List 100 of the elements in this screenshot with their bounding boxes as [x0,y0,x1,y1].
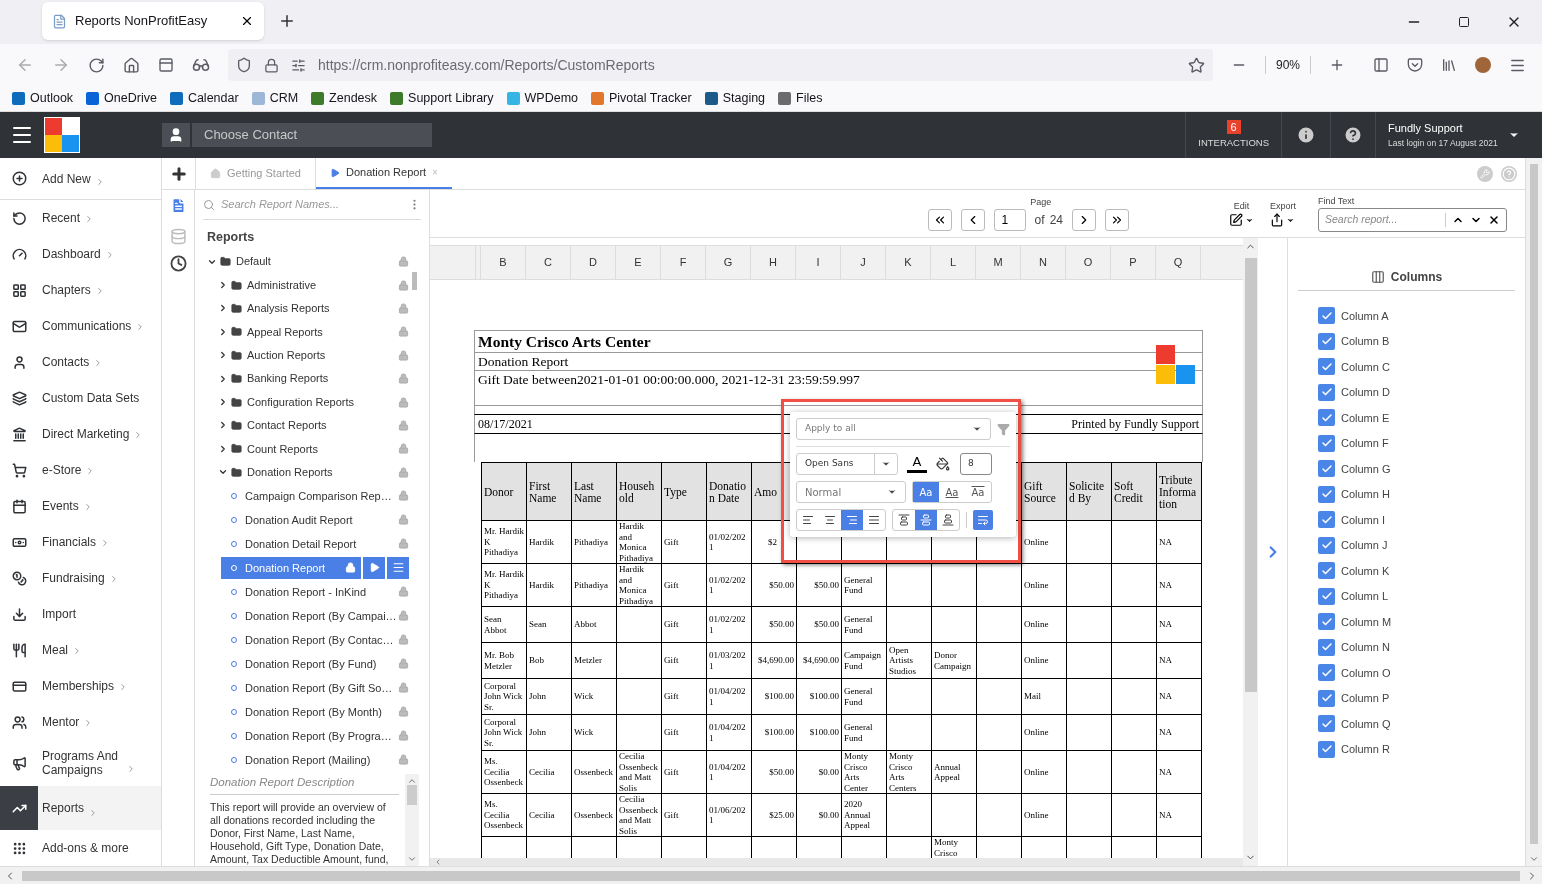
nav-item[interactable]: Financials [0,524,161,560]
previous-page-button[interactable] [960,209,985,232]
bookmark-link[interactable]: Staging [722,89,766,108]
column-letter[interactable]: D [571,246,616,279]
clock-icon[interactable] [169,255,187,272]
size-field[interactable]: 8 [960,453,992,475]
back-icon[interactable] [16,56,34,74]
vertical-scrollbar[interactable] [1243,238,1258,866]
scroll-left-icon[interactable] [434,858,442,866]
browser-tab[interactable]: Reports NonProfitEasy [42,2,264,40]
wrap-text-icon[interactable] [973,510,993,530]
font-select[interactable]: Open Sans [796,453,898,475]
report-item[interactable]: Donation Report (By Progra… [195,723,429,748]
report-item[interactable]: Donation Audit Report [195,507,429,532]
scroll-thumb[interactable] [407,785,417,805]
case-button[interactable]: Aa [913,482,939,502]
scroll-thumb[interactable] [1530,164,1538,844]
report-item[interactable]: Donation Report (By Gift So… [195,675,429,700]
forward-icon[interactable] [52,56,70,74]
folder-item[interactable]: Analysis Reports [195,296,429,321]
scroll-down-icon[interactable] [407,854,417,864]
checkbox[interactable] [1318,485,1335,503]
folder-item[interactable]: Contact Reports [195,413,429,438]
scroll-up-icon[interactable] [407,776,417,786]
nav-item[interactable]: Contacts [0,344,161,380]
folder-item[interactable]: Donation Reports [195,460,429,484]
checkbox[interactable] [1318,511,1335,529]
help-icon[interactable] [1343,125,1363,145]
folder-item[interactable]: Configuration Reports [195,390,429,414]
contact-icon-button[interactable] [162,123,190,147]
column-letter[interactable]: O [1066,246,1111,279]
checkbox[interactable] [1318,740,1335,758]
info-icon[interactable] [1296,125,1316,145]
checkbox[interactable] [1318,358,1335,376]
bookmark-link[interactable]: Support Library [408,89,494,108]
report-item[interactable]: Campaign Comparison Rep… [195,483,429,508]
nav-item[interactable]: Events [0,488,161,524]
menu-button[interactable] [387,556,409,579]
folder-item[interactable]: Administrative [195,273,429,297]
column-letter[interactable]: B [481,246,526,279]
case-button[interactable]: Aa [939,482,965,502]
bookmark-link[interactable]: CRM [269,89,299,108]
checkbox[interactable] [1318,383,1335,401]
column-letter[interactable]: L [931,246,976,279]
bookmark-link[interactable]: Zendesk [329,89,378,108]
column-letter[interactable]: N [1021,246,1066,279]
nav-item[interactable]: Memberships [0,668,161,704]
zoom-level[interactable]: 90% [1264,56,1311,74]
nav-item[interactable]: Programs And Campaigns [0,740,161,786]
column-letter[interactable]: K [886,246,931,279]
apply-select[interactable]: Apply to all [796,418,991,440]
bookmark-link[interactable]: Calendar [187,89,239,108]
checkbox[interactable] [1318,536,1335,554]
nav-item[interactable]: Reports [0,786,161,830]
report-item[interactable]: Donation Report - InKind [195,579,429,604]
nav-item[interactable]: Direct Marketing [0,416,161,452]
nav-item[interactable]: e-Store [0,452,161,488]
library-icon[interactable] [1441,57,1457,73]
horizontal-scrollbar[interactable] [430,858,1243,866]
column-letter[interactable]: F [661,246,706,279]
database-icon[interactable] [169,228,187,245]
report-item[interactable]: Donation Report (By Contac… [195,627,429,652]
maximize-icon[interactable] [1458,16,1470,28]
close-icon[interactable] [240,14,254,28]
paint-bucket-icon[interactable] [936,457,950,471]
scrollbar[interactable] [405,774,419,866]
report-item[interactable]: Donation Detail Report [195,531,429,556]
report-item[interactable]: Donation Report (By Month) [195,699,429,724]
column-letter[interactable]: E [616,246,661,279]
report-item[interactable]: Donation Report (By Campai… [195,603,429,628]
column-letter[interactable]: Q [1156,246,1201,279]
user-menu[interactable]: Fundly Support Last login on 17 August 2021 [1376,120,1542,150]
nav-item[interactable]: Custom Data Sets [0,380,161,416]
report-item[interactable]: Donation Report (By Fund) [195,651,429,676]
contact-field[interactable]: Choose Contact [192,123,432,147]
bookmark-star-icon[interactable] [1187,56,1205,74]
font-color-button[interactable]: A [904,455,930,473]
checkbox[interactable] [1318,638,1335,656]
find-field[interactable]: Search report... [1318,208,1507,233]
nav-item[interactable]: Fundraising [0,560,161,596]
nav-item[interactable]: Add New [0,158,161,200]
scroll-thumb[interactable] [1244,258,1257,692]
zoom-in-icon[interactable] [1329,57,1345,73]
checkbox[interactable] [1318,613,1335,631]
column-letter[interactable]: J [841,246,886,279]
nav-item[interactable]: Add-ons & more [0,830,161,866]
nav-item[interactable]: Import [0,596,161,632]
clear-icon[interactable] [1488,214,1500,227]
pocket-icon[interactable] [1407,57,1423,73]
column-letter[interactable]: H [751,246,796,279]
checkbox[interactable] [1318,715,1335,733]
next-page-button[interactable] [1072,209,1096,232]
folder-item[interactable]: Appeal Reports [195,320,429,344]
nav-item[interactable]: Communications [0,308,161,344]
last-page-button[interactable] [1105,209,1129,232]
run-button[interactable] [363,556,385,579]
align-right-icon[interactable] [841,510,863,530]
sidebar-icon[interactable] [1373,57,1389,73]
checkbox[interactable] [1318,587,1335,605]
checkbox[interactable] [1318,664,1335,682]
